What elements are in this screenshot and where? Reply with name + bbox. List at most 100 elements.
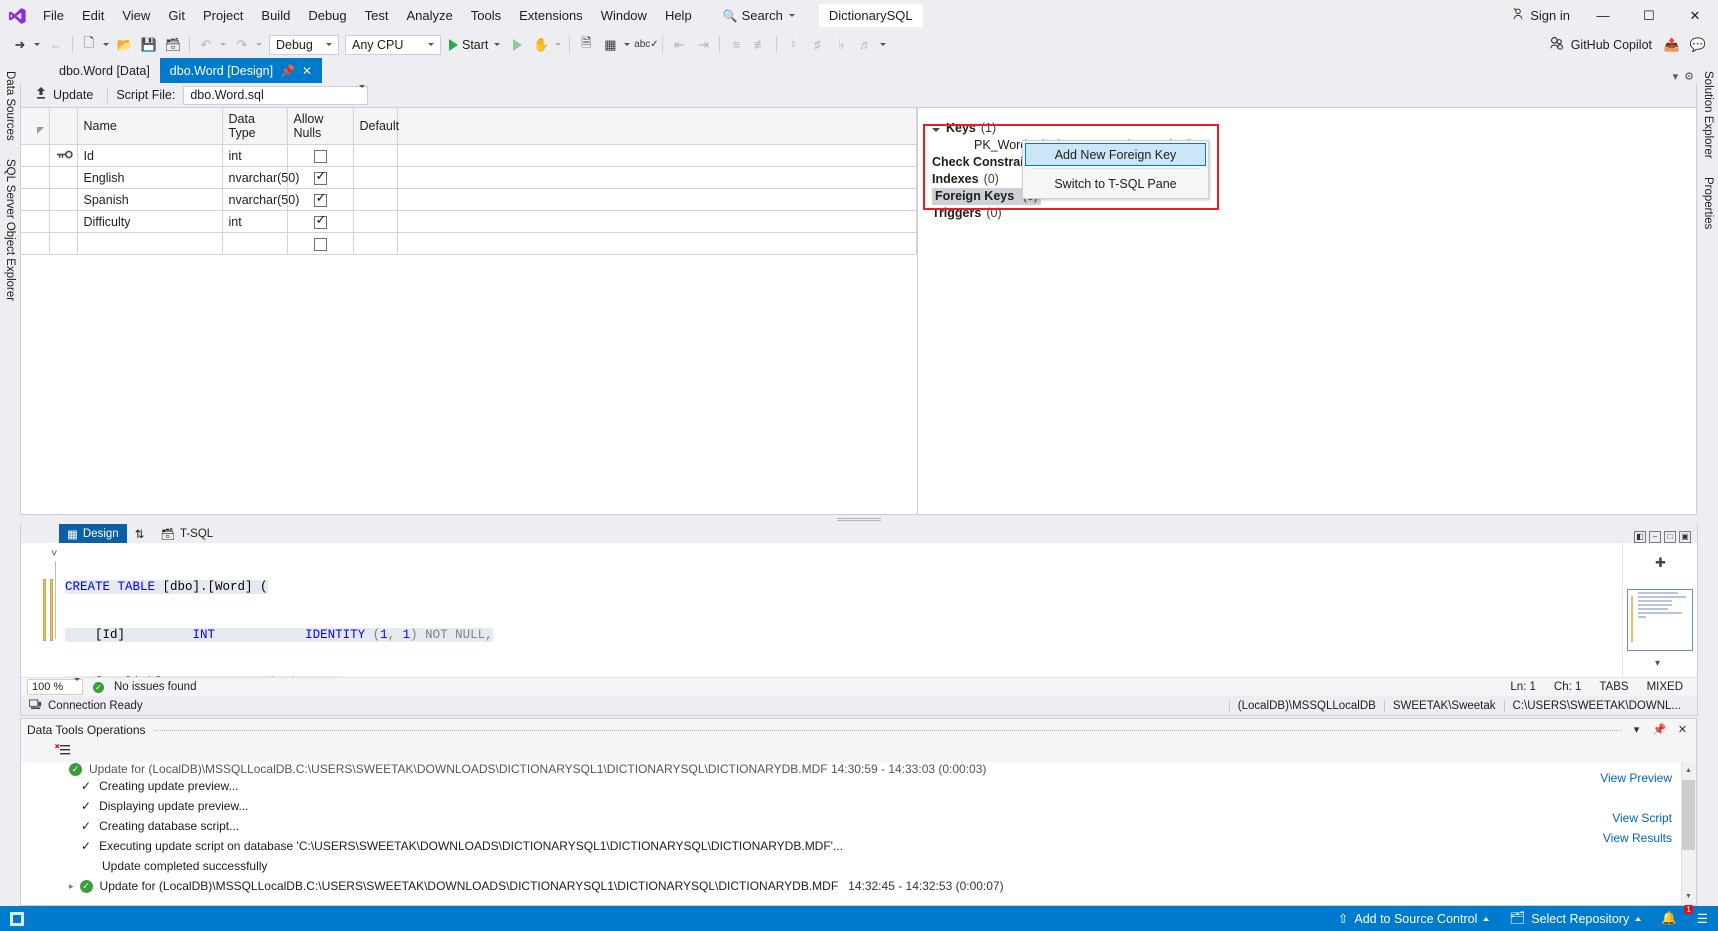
zoom-level-select[interactable]: 100 % [27,679,83,695]
cell-allow-nulls[interactable] [287,145,353,167]
menu-view[interactable]: View [113,0,159,31]
list-item[interactable]: ✓ Executing update script on database 'C… [21,836,1696,856]
cell-default[interactable] [353,167,397,189]
menu-extensions[interactable]: Extensions [510,0,592,31]
open-file-icon[interactable]: 📂 [113,33,137,56]
cell-name[interactable]: Spanish [77,189,222,211]
cell-name[interactable]: Difficulty [77,211,222,233]
output-scrollbar[interactable]: ▲ ▼ [1681,762,1696,905]
tab-tsql[interactable]: 🗃 T-SQL [152,524,221,543]
update-button[interactable]: Update [29,85,99,105]
maximize-pane-icon[interactable]: ▣ [1679,531,1691,543]
row-selector[interactable] [21,189,49,211]
table-row[interactable]: English nvarchar(50) [21,167,917,189]
list-item[interactable]: ▸ ✓ Update for (LocalDB)\MSSQLLocalDB.C:… [21,876,1696,896]
row-selector[interactable] [21,233,49,255]
menu-debug[interactable]: Debug [299,0,355,31]
scroll-up-icon[interactable]: ▲ [1682,763,1695,778]
column-header-allow-nulls[interactable]: Allow Nulls [287,108,353,145]
pin-icon[interactable]: 📌 [1652,723,1667,736]
table-row[interactable] [21,233,917,255]
table-row[interactable]: Spanish nvarchar(50) [21,189,917,211]
chevron-down-icon[interactable]: ▾ [1673,70,1679,83]
grid-corner-cell[interactable] [21,108,49,145]
cell-data-type[interactable]: nvarchar(50) [222,167,287,189]
rail-tab-solution-explorer[interactable]: Solution Explorer [1699,64,1717,166]
cell-data-type[interactable]: int [222,211,287,233]
output-panel-body[interactable]: ✓ Update for (LocalDB)\MSSQLLocalDB.C:\U… [21,762,1696,905]
tab-dbo-word-design[interactable]: dbo.Word [Design] 📌 ✕ [160,58,322,83]
menu-file[interactable]: File [34,0,73,31]
restore-pane-icon[interactable]: □ [1664,531,1676,543]
code-text[interactable]: CREATE TABLE [dbo].[Word] ( [Id] INT IDE… [65,543,1622,677]
view-script-link[interactable]: View Script [1532,808,1672,828]
search-input[interactable]: 🔍 Search [715,5,803,27]
chevron-down-icon[interactable] [624,43,630,46]
collapse-icon[interactable]: ˅ [51,548,57,560]
share-icon[interactable]: 📤 [1660,33,1684,56]
cell-data-type[interactable]: nvarchar(50) [222,189,287,211]
row-selector[interactable] [21,211,49,233]
pin-icon[interactable]: 📌 [280,64,295,78]
notifications-button[interactable]: 🔔 1 [1651,906,1687,931]
cell-name[interactable]: English [77,167,222,189]
cell-allow-nulls[interactable] [287,211,353,233]
view-results-link[interactable]: View Results [1532,828,1672,848]
list-item[interactable]: ✓ Displaying update preview... [21,796,1696,816]
chevron-down-icon[interactable]: ▾ [1629,723,1644,736]
new-project-icon[interactable]: 🗋 [77,33,101,56]
tab-dbo-word-data[interactable]: dbo.Word [Data] [49,58,160,83]
clear-output-icon[interactable] [55,743,71,760]
cell-default[interactable] [353,145,397,167]
minimize-pane-icon[interactable]: – [1649,531,1661,543]
cell-data-type[interactable] [222,233,287,255]
sign-in-button[interactable]: Sign in [1501,7,1580,24]
list-item[interactable]: Update completed successfully [21,856,1696,876]
table-row[interactable]: Difficulty int [21,211,917,233]
gear-icon[interactable]: ⚙ [1684,70,1694,83]
script-file-select[interactable]: dbo.Word.sql [183,86,368,105]
designer-splitter[interactable] [20,515,1698,524]
cell-name[interactable]: Id [77,145,222,167]
context-menu-item-switch-to-tsql-pane[interactable]: Switch to T-SQL Pane [1023,171,1208,196]
minimap-preview[interactable] [1627,589,1693,651]
menu-test[interactable]: Test [356,0,398,31]
tab-swap-panes[interactable]: ⇅ [127,524,153,543]
cell-default[interactable] [353,189,397,211]
menu-build[interactable]: Build [252,0,299,31]
column-header-name[interactable]: Name [77,108,222,145]
scrollbar-thumb[interactable] [1682,780,1695,850]
tab-design[interactable]: ▦ Design [59,524,127,543]
column-header-data-type[interactable]: Data Type [222,108,287,145]
foreign-keys-context-menu[interactable]: Add New Foreign Key Switch to T-SQL Pane [1022,140,1209,199]
save-icon[interactable]: 💾 [137,33,161,56]
toolbar-overflow-icon[interactable] [880,43,886,46]
list-item[interactable]: ✓ Creating database script... [21,816,1696,836]
github-copilot-button[interactable]: GitHub Copilot [1543,34,1658,55]
rail-tab-properties[interactable]: Properties [1699,170,1717,236]
cell-default[interactable] [353,211,397,233]
cell-name[interactable] [77,233,222,255]
allow-nulls-checkbox[interactable] [314,172,327,185]
split-vertical-icon[interactable]: ◧ [1634,531,1646,543]
expander-icon[interactable]: ▸ [69,881,74,892]
solution-configuration-select[interactable]: Debug [269,35,339,55]
cell-data-type[interactable]: int [222,145,287,167]
expand-minimap-icon[interactable]: ✚ [1655,555,1666,571]
list-item[interactable]: ✓ Update for (LocalDB)\MSSQLLocalDB.C:\U… [21,762,1696,776]
menu-git[interactable]: Git [159,0,194,31]
table-row[interactable]: Id int [21,145,917,167]
view-preview-link[interactable]: View Preview [1532,768,1672,788]
navigate-backward-icon[interactable]: ➜ [8,33,32,56]
list-item[interactable]: ✓ Creating update preview... [21,776,1696,796]
allow-nulls-checkbox[interactable] [314,238,327,251]
code-editor[interactable]: ˅ CREATE TABLE [dbo].[Word] ( [Id] INT I… [21,543,1697,677]
menu-tools[interactable]: Tools [462,0,510,31]
menu-analyze[interactable]: Analyze [397,0,461,31]
select-repository-button[interactable]: 🗂 Select Repository [1499,906,1651,931]
start-debug-button[interactable]: Start [444,34,505,56]
context-menu-item-add-new-foreign-key[interactable]: Add New Foreign Key [1025,143,1206,166]
menu-project[interactable]: Project [194,0,252,31]
allow-nulls-checkbox[interactable] [314,216,327,229]
cell-default[interactable] [353,233,397,255]
